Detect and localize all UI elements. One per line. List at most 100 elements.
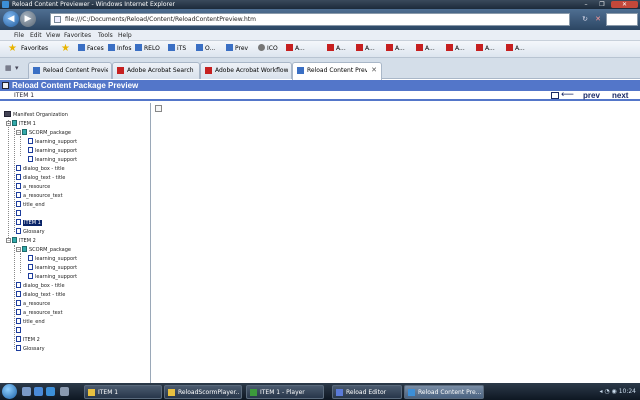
favorite-link[interactable]: O...: [196, 44, 215, 54]
favorite-label: A...: [455, 45, 465, 52]
show-desktop-icon[interactable]: [22, 387, 31, 396]
collapse-toggle-icon[interactable]: −: [6, 121, 11, 126]
close-window-button[interactable]: ✕: [611, 1, 638, 8]
collapse-toggle-icon[interactable]: −: [16, 130, 21, 135]
tree-node[interactable]: − SCORM_package: [16, 129, 71, 137]
tree-node[interactable]: a_resource: [16, 183, 50, 191]
content-frame[interactable]: [152, 103, 640, 383]
tree-node[interactable]: Glossary: [16, 228, 45, 236]
tree-node[interactable]: Manifest Organization: [4, 111, 68, 119]
tree-node-label: title_end: [23, 319, 45, 325]
acrobat-icon: [117, 67, 124, 74]
taskbar-button[interactable]: ITEM 1 - Player: [246, 385, 324, 399]
favorite-label: A...: [425, 45, 435, 52]
tree-node[interactable]: − ITEM 2: [6, 237, 36, 245]
favorite-link[interactable]: A...: [476, 44, 495, 54]
minimize-button[interactable]: –: [578, 1, 594, 8]
tree-node[interactable]: − ITEM 1: [6, 120, 36, 128]
tree-node[interactable]: dialog_box - title: [16, 165, 65, 173]
taskbar-button[interactable]: ReloadScormPlayer...: [164, 385, 242, 399]
tree-node[interactable]: learning_support: [28, 264, 77, 272]
prev-link[interactable]: prev: [583, 91, 600, 101]
tree-node[interactable]: Glossary: [16, 345, 45, 353]
quick-tabs-icon[interactable]: ▦: [5, 64, 12, 73]
tree-node[interactable]: a_resource_text: [16, 192, 63, 200]
document-icon: [16, 174, 21, 180]
page-icon: [258, 44, 265, 51]
browser-tab[interactable]: Reload Content Previ... ✕: [292, 62, 382, 80]
tree-node[interactable]: learning_support: [28, 273, 77, 281]
address-input[interactable]: file:///C:/Documents/Reload/Content/Relo…: [50, 13, 570, 26]
menu-tools[interactable]: Tools: [98, 30, 113, 41]
browser-tab[interactable]: Adobe Acrobat Workflows: [200, 62, 292, 79]
forward-button[interactable]: ▶: [20, 11, 36, 27]
favorite-link[interactable]: A...: [356, 44, 375, 54]
tree-node[interactable]: [16, 210, 23, 218]
switch-windows-icon[interactable]: [34, 387, 43, 396]
browser-tab[interactable]: Adobe Acrobat Search: [112, 62, 200, 79]
tab-list-icon[interactable]: ▾: [15, 64, 19, 73]
document-icon: [16, 228, 21, 234]
favorite-link[interactable]: A...: [506, 44, 525, 54]
toc-arrow-icon[interactable]: ⟵: [561, 90, 574, 100]
favorites-star-icon[interactable]: ★: [8, 43, 17, 55]
tree-node[interactable]: learning_support: [28, 138, 77, 146]
favorite-link[interactable]: Infos: [108, 44, 131, 54]
menu-favorites[interactable]: Favorites: [64, 30, 91, 41]
document-icon: [28, 255, 33, 261]
favorite-link[interactable]: A...: [286, 44, 305, 54]
tree-node[interactable]: − SCORM_package: [16, 246, 71, 254]
tree-node[interactable]: title_end: [16, 318, 45, 326]
tree-node[interactable]: title_end: [16, 201, 45, 209]
refresh-button[interactable]: ↻: [578, 14, 592, 25]
tree-node[interactable]: dialog_text - title: [16, 291, 65, 299]
favorite-link[interactable]: A...: [446, 44, 465, 54]
ie-quicklaunch-icon[interactable]: [46, 387, 55, 396]
favorite-link[interactable]: A...: [386, 44, 405, 54]
favorite-link[interactable]: A...: [327, 44, 346, 54]
collapse-toggle-icon[interactable]: −: [16, 247, 21, 252]
page-icon: [168, 44, 175, 51]
tree-node[interactable]: dialog_text - title: [16, 174, 65, 182]
tree-node[interactable]: ITEM 2: [16, 336, 40, 344]
tree-node-label: Manifest Organization: [13, 112, 68, 118]
ie-icon: [2, 1, 9, 8]
add-favorite-icon[interactable]: ★: [61, 43, 70, 55]
tree-node[interactable]: learning_support: [28, 156, 77, 164]
menu-help[interactable]: Help: [118, 30, 132, 41]
tree-node-label: ITEM 2: [23, 337, 40, 343]
tree-node[interactable]: ITEM 1: [16, 219, 42, 227]
acrobat-icon: [286, 44, 293, 51]
favorite-link[interactable]: A...: [416, 44, 435, 54]
favorites-button[interactable]: Favorites: [21, 44, 48, 54]
tree-node[interactable]: a_resource_text: [16, 309, 63, 317]
favorite-link[interactable]: RELO: [135, 44, 160, 54]
maximize-button[interactable]: ❐: [594, 1, 610, 8]
start-button[interactable]: [2, 384, 17, 399]
menu-file[interactable]: File: [14, 30, 24, 41]
favorite-link[interactable]: iTS: [168, 44, 186, 54]
window-titlebar: Reload Content Previewer - Windows Inter…: [0, 0, 640, 9]
tree-node[interactable]: a_resource: [16, 300, 50, 308]
tree-node[interactable]: dialog_box - title: [16, 282, 65, 290]
quicklaunch-more-icon[interactable]: [60, 387, 69, 396]
search-input[interactable]: [606, 13, 638, 26]
back-button[interactable]: ◀: [3, 11, 19, 27]
favorite-link[interactable]: Faces: [78, 44, 104, 54]
tree-node[interactable]: [16, 327, 23, 335]
favorite-link[interactable]: ICO: [258, 44, 278, 54]
toc-toggle-icon[interactable]: [551, 92, 559, 99]
collapse-toggle-icon[interactable]: −: [6, 238, 11, 243]
tree-node[interactable]: learning_support: [28, 255, 77, 263]
taskbar-button[interactable]: ITEM 1: [84, 385, 162, 399]
tree-node[interactable]: learning_support: [28, 147, 77, 155]
close-tab-icon[interactable]: ✕: [371, 65, 377, 76]
menu-edit[interactable]: Edit: [30, 30, 42, 41]
taskbar-button[interactable]: Reload Content Pre...: [404, 385, 484, 399]
browser-tab[interactable]: Reload Content Preview: [28, 62, 112, 79]
next-link[interactable]: next: [612, 91, 628, 101]
stop-button[interactable]: ✕: [592, 14, 604, 25]
menu-view[interactable]: View: [46, 30, 60, 41]
favorite-link[interactable]: Prev: [226, 44, 248, 54]
taskbar-button[interactable]: Reload Editor: [332, 385, 402, 399]
